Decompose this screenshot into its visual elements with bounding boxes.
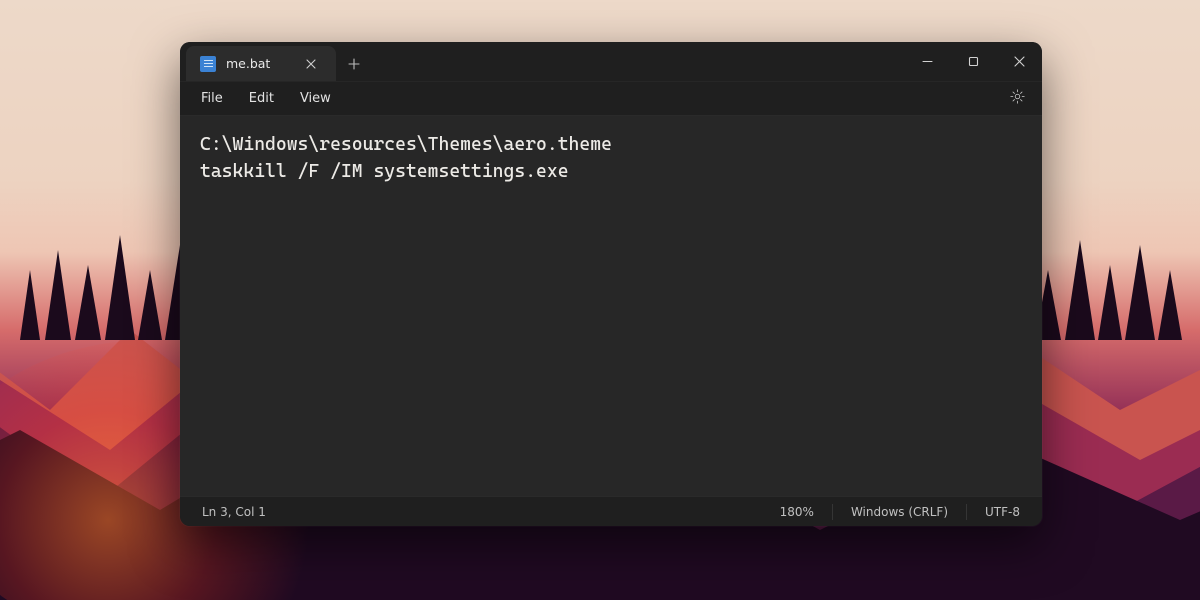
window-controls bbox=[904, 42, 1042, 81]
menubar: File Edit View bbox=[180, 82, 1042, 116]
notepad-window: me.bat File Edit View bbox=[180, 42, 1042, 526]
minimize-button[interactable] bbox=[904, 42, 950, 81]
document-icon bbox=[200, 56, 216, 72]
titlebar[interactable]: me.bat bbox=[180, 42, 1042, 82]
new-tab-button[interactable] bbox=[336, 46, 372, 81]
menu-edit[interactable]: Edit bbox=[238, 86, 285, 111]
editor-tab[interactable]: me.bat bbox=[186, 46, 336, 81]
close-tab-button[interactable] bbox=[300, 53, 322, 75]
menu-view[interactable]: View bbox=[289, 86, 342, 111]
tree-row-left bbox=[0, 210, 210, 354]
maximize-button[interactable] bbox=[950, 42, 996, 81]
status-line-ending[interactable]: Windows (CRLF) bbox=[833, 497, 966, 526]
tab-title: me.bat bbox=[226, 56, 290, 71]
text-editor[interactable]: C:\Windows\resources\Themes\aero.theme t… bbox=[180, 116, 1042, 496]
status-encoding[interactable]: UTF-8 bbox=[967, 497, 1038, 526]
gear-icon bbox=[1009, 88, 1026, 109]
settings-button[interactable] bbox=[1002, 84, 1032, 114]
menu-file[interactable]: File bbox=[190, 86, 234, 111]
status-cursor-position[interactable]: Ln 3, Col 1 bbox=[184, 497, 284, 526]
statusbar: Ln 3, Col 1 180% Windows (CRLF) UTF-8 bbox=[180, 496, 1042, 526]
status-zoom[interactable]: 180% bbox=[762, 497, 832, 526]
close-window-button[interactable] bbox=[996, 42, 1042, 81]
